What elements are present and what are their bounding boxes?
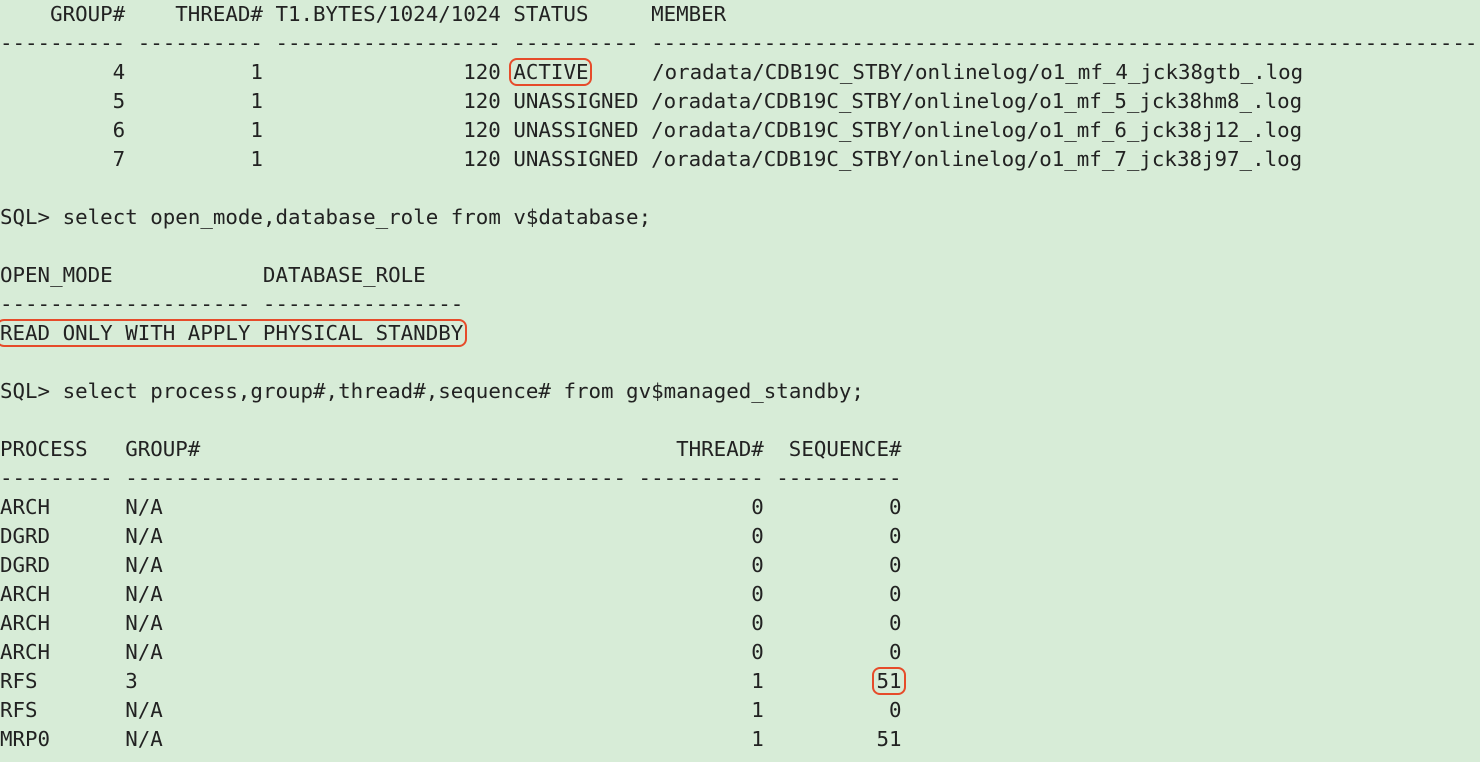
sql-prompt: SQL> — [0, 205, 50, 229]
terminal-output: GROUP# THREAD# T1.BYTES/1024/1024 STATUS… — [0, 0, 1480, 754]
standby-row: DGRD N/A 0 0 — [0, 524, 902, 548]
standby-divider: --------- ------------------------------… — [0, 466, 902, 490]
standby-row: MRP0 N/A 1 51 — [0, 727, 902, 751]
standby-row: DGRD N/A 0 0 — [0, 553, 902, 577]
standby-row: ARCH N/A 0 0 — [0, 495, 902, 519]
dbrole-value-highlight: READ ONLY WITH APPLY PHYSICAL STANDBY — [0, 319, 467, 347]
logfile-row: 6 1 120 UNASSIGNED /oradata/CDB19C_STBY/… — [0, 118, 1302, 142]
standby-row: RFS N/A 1 0 — [0, 698, 902, 722]
logfile-status-highlight: ACTIVE — [509, 58, 592, 86]
standby-row: ARCH N/A 0 0 — [0, 640, 902, 664]
logfile-row: 5 1 120 UNASSIGNED /oradata/CDB19C_STBY/… — [0, 89, 1302, 113]
sql-query-database-role: select open_mode,database_role from v$da… — [63, 205, 651, 229]
standby-seq-highlight: 51 — [872, 667, 905, 695]
logfile-divider: ---------- ---------- ------------------… — [0, 31, 1480, 55]
standby-row: ARCH N/A 0 0 — [0, 582, 902, 606]
sql-query-managed-standby: select process,group#,thread#,sequence# … — [63, 379, 864, 403]
logfile-header: GROUP# THREAD# T1.BYTES/1024/1024 STATUS… — [0, 2, 726, 26]
dbrole-divider: -------------------- ---------------- — [0, 292, 463, 316]
logfile-row: 4 1 120 ACTIVE /oradata/CDB19C_STBY/onli… — [0, 60, 1303, 84]
logfile-row: 7 1 120 UNASSIGNED /oradata/CDB19C_STBY/… — [0, 147, 1302, 171]
standby-row: ARCH N/A 0 0 — [0, 611, 902, 635]
standby-header: PROCESS GROUP# THREAD# SEQUENCE# — [0, 437, 902, 461]
standby-row: RFS 3 1 51 — [0, 669, 903, 693]
sql-prompt: SQL> — [0, 379, 50, 403]
dbrole-header: OPEN_MODE DATABASE_ROLE — [0, 263, 426, 287]
